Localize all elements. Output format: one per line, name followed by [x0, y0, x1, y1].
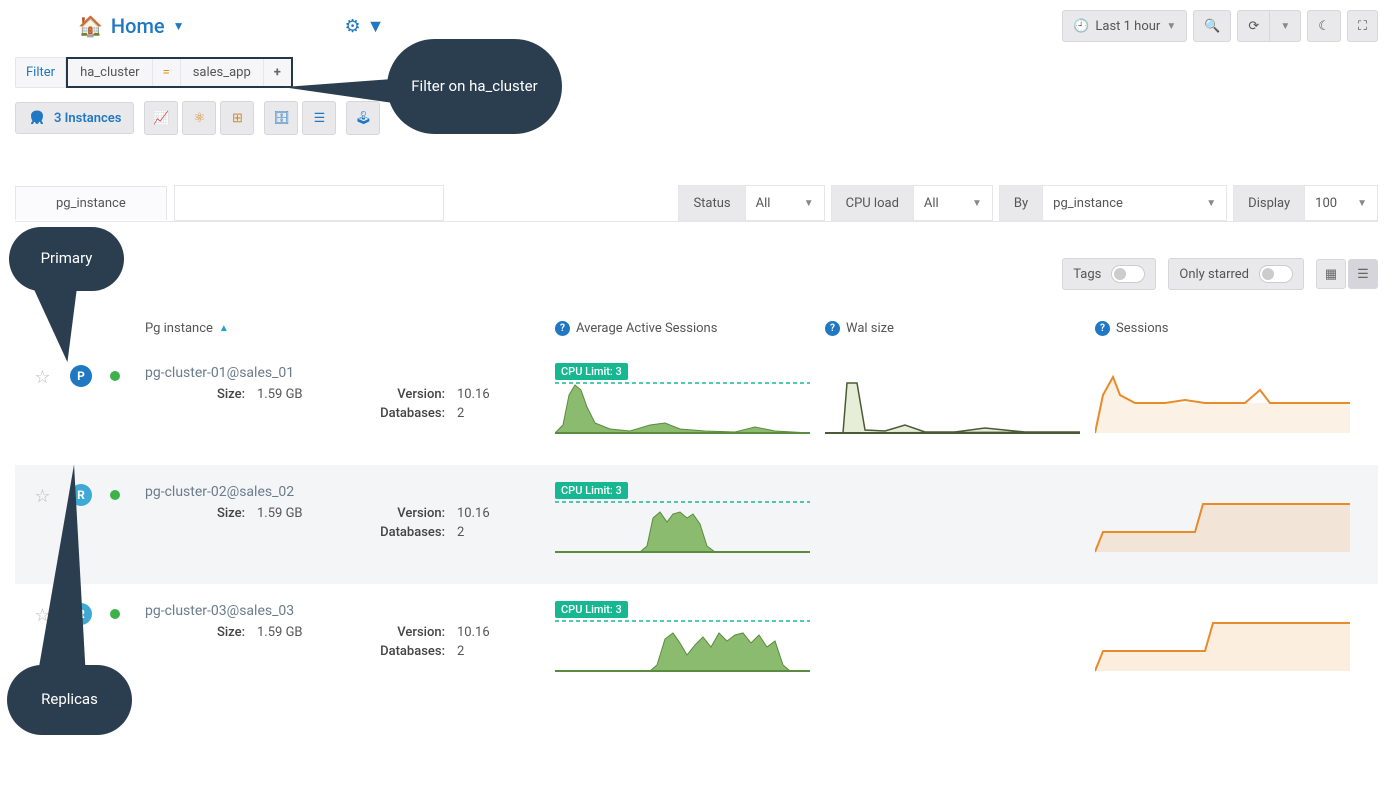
column-pg-instance[interactable]: Pg instance ▲ — [145, 321, 555, 336]
list-button[interactable]: ☰ — [302, 101, 336, 135]
filter-key[interactable]: ha_cluster — [68, 59, 153, 86]
clock-icon: 🕘 — [1073, 19, 1089, 34]
status-dot-green — [110, 609, 120, 619]
chart-wal-size — [825, 484, 1095, 559]
display-label: Display — [1233, 185, 1304, 221]
time-range-picker[interactable]: 🕘 Last 1 hour ▼ — [1062, 10, 1187, 42]
help-icon: ? — [825, 321, 840, 336]
settings-menu[interactable]: ⚙ ▼ — [344, 16, 384, 37]
cpu-limit-badge: CPU Limit: 3 — [555, 482, 628, 499]
moon-icon: ☾ — [1318, 19, 1330, 34]
list-icon: ☰ — [1357, 267, 1369, 282]
instance-link[interactable]: pg-cluster-01@sales_01 — [145, 365, 535, 381]
caret-down-icon: ▼ — [972, 198, 982, 209]
expand-icon: ⛶ — [1358, 19, 1367, 34]
home-icon: 🏠 — [78, 14, 103, 38]
chart-sessions — [1095, 365, 1365, 440]
annotation-primary: Primary — [9, 227, 124, 291]
star-toggle[interactable]: ☆ — [15, 365, 70, 388]
chart-view-button[interactable]: 📈 — [144, 101, 178, 135]
caret-down-icon: ▼ — [804, 198, 814, 209]
table-view-button[interactable]: ⊞ — [220, 101, 254, 135]
display-select[interactable]: 100 ▼ — [1304, 185, 1378, 221]
cpu-filter-select[interactable]: All ▼ — [913, 185, 993, 221]
status-dot-green — [110, 371, 120, 381]
table-row: ☆ R pg-cluster-02@sales_02 Size: 1.59 GB… — [15, 465, 1378, 584]
search-input[interactable] — [174, 185, 444, 221]
column-wal-size[interactable]: ? Wal size — [825, 321, 1095, 336]
chart-icon: 📈 — [153, 111, 169, 126]
instance-link[interactable]: pg-cluster-03@sales_03 — [145, 603, 535, 619]
grid-icon: ▦ — [1325, 267, 1337, 282]
caret-down-icon: ▼ — [1280, 21, 1290, 32]
chart-avg-sessions: CPU Limit: 3 — [555, 365, 825, 440]
home-label: Home — [111, 14, 165, 38]
table-row: ☆ R pg-cluster-03@sales_03 Size: 1.59 GB… — [15, 584, 1378, 703]
chart-avg-sessions: CPU Limit: 3 — [555, 603, 825, 678]
chart-wal-size — [825, 365, 1095, 440]
list-icon: ☰ — [314, 111, 326, 126]
column-avg-sessions[interactable]: ? Average Active Sessions — [555, 321, 825, 336]
table-icon: ⊞ — [232, 111, 243, 126]
status-filter-select[interactable]: All ▼ — [745, 185, 825, 221]
cpu-limit-badge: CPU Limit: 3 — [555, 363, 628, 380]
list-view-button[interactable]: ☰ — [1348, 259, 1378, 289]
caret-down-icon: ▼ — [1206, 198, 1216, 209]
refresh-icon: ⟳ — [1248, 19, 1259, 34]
primary-badge: P — [70, 365, 92, 387]
groupby-label: By — [999, 185, 1042, 221]
topology-button[interactable]: ⚛ — [182, 101, 216, 135]
annotation-replicas: Replicas — [7, 665, 132, 735]
database-button[interactable]: 🗄 — [264, 101, 298, 135]
sort-asc-icon: ▲ — [219, 323, 229, 334]
gear-icon: ⚙ — [344, 16, 360, 37]
groupby-select[interactable]: pg_instance ▼ — [1042, 185, 1227, 221]
help-icon: ? — [1095, 321, 1110, 336]
starred-toggle[interactable]: Only starred — [1168, 258, 1304, 290]
table-row: ☆ P pg-cluster-01@sales_01 Size: 1.59 GB… — [15, 346, 1378, 465]
status-filter-label: Status — [678, 185, 744, 221]
chart-sessions — [1095, 484, 1365, 559]
postgres-icon — [28, 109, 46, 127]
caret-down-icon: ▼ — [367, 16, 385, 37]
filter-expression[interactable]: ha_cluster = sales_app + — [66, 57, 293, 88]
zoom-out-icon: 🔍 — [1204, 19, 1220, 34]
instances-label: 3 Instances — [54, 111, 121, 126]
filter-value[interactable]: sales_app — [181, 59, 264, 86]
cpu-filter-label: CPU load — [831, 185, 913, 221]
help-icon: ? — [555, 321, 570, 336]
annotation-filter: Filter on ha_cluster — [387, 39, 562, 134]
filter-label: Filter — [15, 57, 66, 88]
caret-down-icon: ▼ — [1357, 198, 1367, 209]
instance-link[interactable]: pg-cluster-02@sales_02 — [145, 484, 535, 500]
theme-toggle[interactable]: ☾ — [1307, 10, 1341, 42]
refresh-interval-menu[interactable]: ▼ — [1269, 10, 1301, 42]
home-breadcrumb[interactable]: 🏠 Home ▼ — [78, 14, 184, 38]
fullscreen-button[interactable]: ⛶ — [1347, 10, 1378, 42]
database-icon: 🗄 — [273, 111, 290, 126]
tab-pg-instance[interactable]: pg_instance — [15, 186, 167, 220]
status-dot-green — [110, 490, 120, 500]
tags-toggle[interactable]: Tags — [1062, 258, 1156, 290]
gauge-icon: 🕹 — [355, 111, 372, 126]
chart-avg-sessions: CPU Limit: 3 — [555, 484, 825, 559]
result-count: pad3 item(s) — [15, 221, 1378, 252]
chart-sessions — [1095, 603, 1365, 678]
caret-down-icon: ▼ — [173, 19, 185, 33]
topology-icon: ⚛ — [194, 111, 206, 126]
grid-view-button[interactable]: ▦ — [1316, 259, 1346, 289]
chart-wal-size — [825, 603, 1095, 678]
zoom-out-button[interactable]: 🔍 — [1193, 10, 1231, 42]
switch-icon — [1259, 265, 1293, 283]
refresh-button[interactable]: ⟳ — [1237, 10, 1269, 42]
caret-down-icon: ▼ — [1166, 21, 1176, 32]
dashboard-button[interactable]: 🕹 — [346, 101, 380, 135]
switch-icon — [1111, 265, 1145, 283]
column-sessions[interactable]: ? Sessions — [1095, 321, 1365, 336]
filter-operator[interactable]: = — [153, 59, 181, 86]
cpu-limit-badge: CPU Limit: 3 — [555, 601, 628, 618]
time-range-label: Last 1 hour — [1095, 19, 1160, 34]
instances-button[interactable]: 3 Instances — [15, 102, 134, 134]
